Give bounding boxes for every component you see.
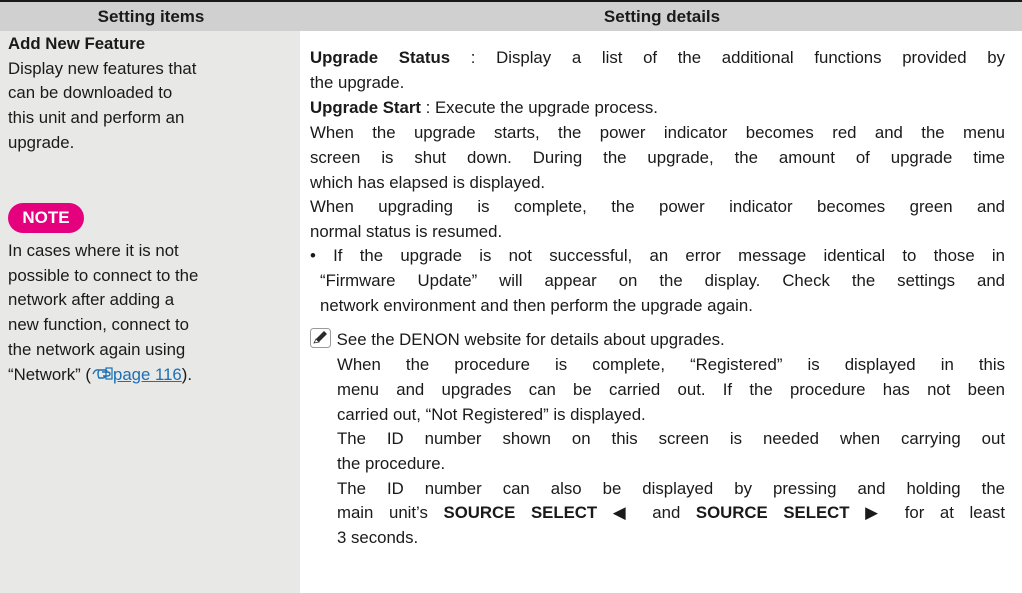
memo-line: the procedure.: [337, 454, 446, 473]
page-116-link[interactable]: page 116: [113, 365, 182, 384]
memo-text: See the DENON website for details about …: [336, 330, 725, 349]
note-line: new function, connect to: [8, 315, 189, 335]
note-text: “Network” (: [8, 364, 91, 384]
memo-line: menu and upgrades can be carried out. If…: [337, 380, 1005, 399]
note-line: network after adding a: [8, 290, 175, 310]
note-badge: NOTE: [8, 203, 84, 233]
source-select-right-key: SOURCE SELECT ▶: [695, 503, 890, 522]
paragraph-line: screen is shut down. During the upgrade,…: [310, 148, 1005, 167]
feature-block: Add New Feature Display new features tha…: [8, 32, 296, 156]
feature-desc-line: can be downloaded to: [8, 83, 173, 103]
upgrade-status-text: : Display a list of the additional funct…: [450, 48, 1005, 67]
memo-text: main unit’s: [337, 503, 444, 522]
note-line: In cases where it is not: [8, 241, 179, 260]
note-line-last: “Network” ( page 116).: [8, 363, 296, 390]
feature-desc-line: this unit and perform an: [8, 108, 185, 128]
paragraph-line: which has elapsed is displayed.: [310, 173, 546, 192]
feature-desc-line: Display new features that: [8, 58, 197, 78]
bullet-line: “Firmware Update” will appear on the dis…: [320, 271, 1005, 290]
upgrade-status-label: Upgrade Status: [310, 48, 451, 67]
memo-line: The ID number can also be displayed by p…: [337, 479, 1005, 498]
source-select-left-key: SOURCE SELECT ◀: [443, 503, 637, 522]
feature-desc-line: upgrade.: [8, 132, 75, 152]
memo-text: and: [636, 503, 696, 522]
page-ref-icon: [91, 365, 113, 390]
note-line: the network again using: [8, 339, 186, 359]
memo-line: 3 seconds.: [337, 528, 419, 547]
bullet-line: network environment and then perform the…: [320, 296, 753, 315]
note-block: In cases where it is not possible to con…: [8, 239, 296, 389]
header-setting-items: Setting items: [97, 7, 205, 26]
memo-first-line: See the DENON website for details about …: [310, 328, 725, 356]
header-setting-details: Setting details: [603, 7, 721, 26]
memo-line: The ID number shown on this screen is ne…: [337, 429, 1005, 448]
memo-line: carried out, “Not Registered” is display…: [337, 405, 646, 424]
feature-title: Add New Feature: [8, 34, 146, 53]
paragraph-line: normal status is resumed.: [310, 222, 503, 241]
note-line: possible to connect to the: [8, 265, 199, 285]
upgrade-status-line-2: the upgrade.: [310, 73, 405, 92]
table-header: Setting items Setting details: [0, 2, 1022, 31]
upgrade-status-line: Upgrade Status : Display a list of the a…: [310, 46, 1005, 71]
memo-text: for at least: [889, 503, 1005, 522]
bullet-line: • If the upgrade is not successful, an e…: [310, 246, 1005, 265]
upgrade-start-text: : Execute the upgrade process.: [420, 98, 658, 117]
memo-line: When the procedure is complete, “Registe…: [337, 355, 1005, 374]
note-text: ).: [181, 364, 192, 384]
paragraph-line: When upgrading is complete, the power in…: [310, 197, 1005, 216]
pencil-memo-icon: [310, 328, 332, 356]
upgrade-start-line: Upgrade Start : Execute the upgrade proc…: [310, 96, 658, 121]
memo-source-line: main unit’s SOURCE SELECT ◀ and SOURCE S…: [337, 501, 1005, 526]
setting-items-column: Add New Feature Display new features tha…: [0, 31, 300, 593]
upgrade-start-label: Upgrade Start: [310, 98, 421, 117]
paragraph-line: When the upgrade starts, the power indic…: [310, 123, 1005, 142]
